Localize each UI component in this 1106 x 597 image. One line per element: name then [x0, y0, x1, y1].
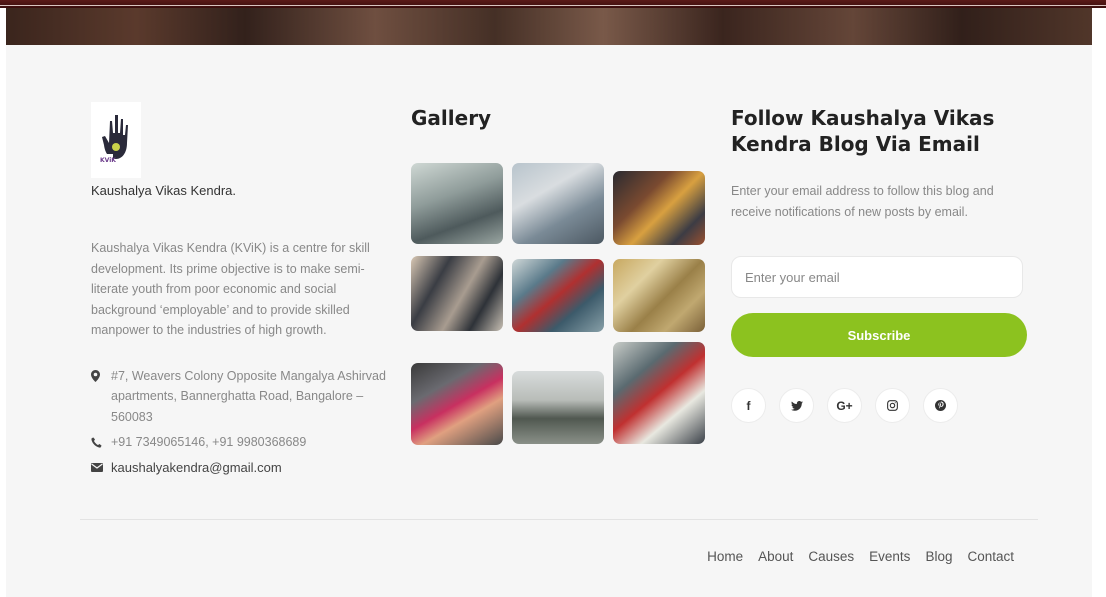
brand-name: Kaushalya Vikas Kendra. — [91, 183, 237, 198]
subscribe-button[interactable]: Subscribe — [731, 313, 1027, 357]
map-marker-icon — [91, 366, 105, 428]
about-text: Kaushalya Vikas Kendra (KViK) is a centr… — [91, 241, 370, 337]
kvik-logo[interactable]: KViK — [91, 102, 141, 178]
gallery-image-6[interactable] — [613, 259, 705, 332]
nav-home[interactable]: Home — [707, 549, 743, 564]
email-input[interactable] — [731, 256, 1023, 298]
phone-row: +91 7349065146, +91 9980368689 — [91, 435, 391, 449]
envelope-icon — [91, 463, 105, 472]
follow-column: Follow Kaushalya Vikas Kendra Blog Via E… — [731, 105, 1031, 423]
gallery-image-2[interactable] — [512, 163, 604, 244]
google-plus-icon[interactable]: G+ — [827, 388, 862, 423]
footer-nav: Home About Causes Events Blog Contact — [707, 549, 1014, 564]
instagram-icon[interactable] — [875, 388, 910, 423]
nav-about[interactable]: About — [758, 549, 793, 564]
gallery-column: Gallery — [411, 105, 711, 445]
facebook-icon[interactable]: f — [731, 388, 766, 423]
gallery-title: Gallery — [411, 106, 492, 130]
address: #7, Weavers Colony Opposite Mangalya Ash… — [91, 366, 391, 428]
about-column: KViK Kaushalya Vikas Kendra. Kaushalya V… — [91, 102, 391, 475]
nav-causes[interactable]: Causes — [808, 549, 854, 564]
phone-icon — [91, 436, 105, 448]
follow-title: Follow Kaushalya Vikas Kendra Blog Via E… — [731, 106, 995, 156]
gallery-image-8[interactable] — [512, 371, 604, 444]
address-text: #7, Weavers Colony Opposite Mangalya Ash… — [111, 368, 386, 424]
logo-text: KViK — [100, 157, 116, 164]
top-bar — [0, 0, 1106, 8]
footer-divider — [80, 519, 1038, 520]
email-link[interactable]: kaushalyakendra@gmail.com — [111, 460, 282, 475]
gallery-image-1[interactable] — [411, 163, 503, 244]
nav-events[interactable]: Events — [869, 549, 910, 564]
gallery-image-7[interactable] — [411, 363, 503, 445]
nav-blog[interactable]: Blog — [925, 549, 952, 564]
gallery-image-9[interactable] — [613, 342, 705, 444]
email-row: kaushalyakendra@gmail.com — [91, 460, 391, 475]
site-footer: KViK Kaushalya Vikas Kendra. Kaushalya V… — [6, 45, 1092, 597]
gallery-image-3[interactable] — [613, 171, 705, 245]
gallery-image-5[interactable] — [512, 259, 604, 332]
gallery-image-4[interactable] — [411, 256, 503, 331]
hero-banner-image — [6, 8, 1092, 45]
social-links: f G+ — [731, 388, 958, 423]
nav-contact[interactable]: Contact — [967, 549, 1014, 564]
pinterest-icon[interactable] — [923, 388, 958, 423]
follow-description: Enter your email address to follow this … — [731, 184, 994, 219]
phone-text[interactable]: +91 7349065146, +91 9980368689 — [111, 435, 306, 449]
twitter-icon[interactable] — [779, 388, 814, 423]
